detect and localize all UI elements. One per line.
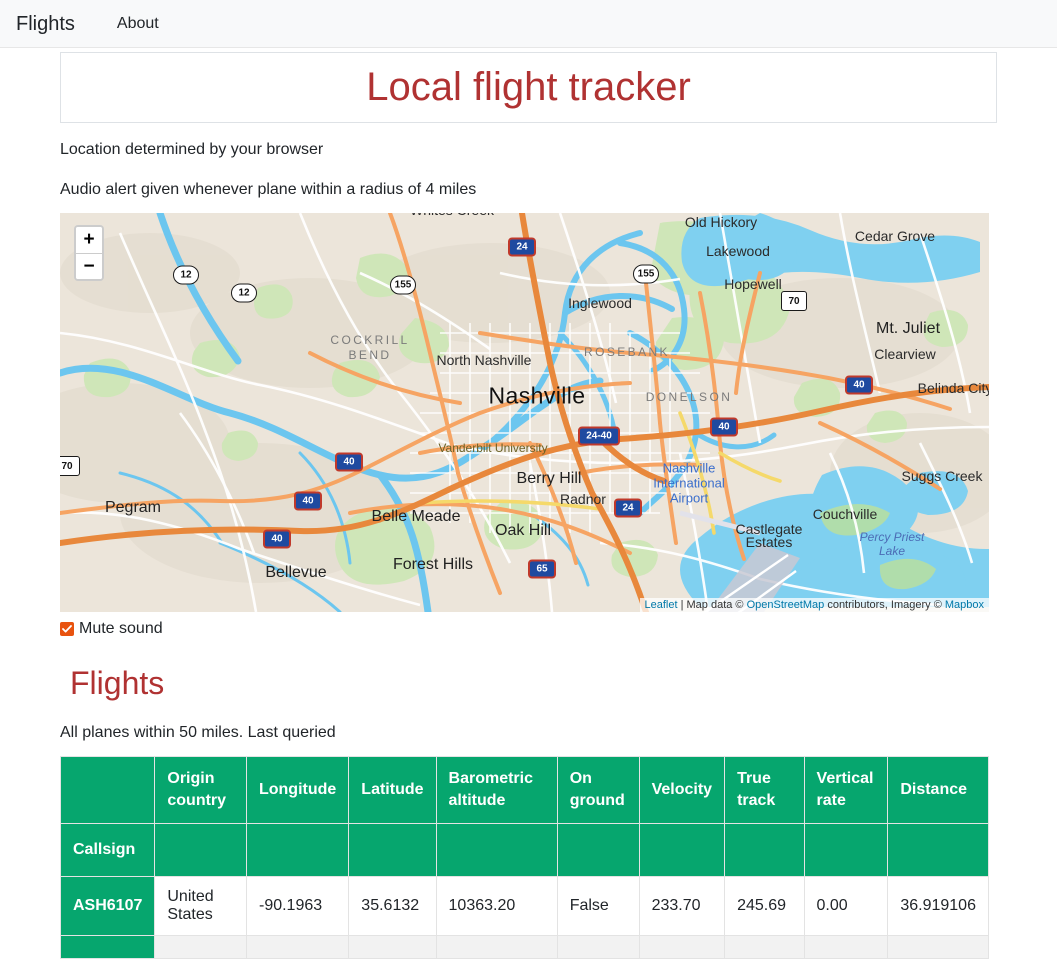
- th-blank[interactable]: [59, 756, 156, 824]
- cell-callsign: ASH6107: [59, 876, 156, 936]
- cell-on-ground: False: [556, 876, 640, 936]
- th-sub-9: [803, 823, 889, 877]
- flights-subnote: All planes within 50 miles. Last queried: [60, 724, 336, 741]
- th-latitude[interactable]: Latitude: [348, 756, 437, 824]
- cell-barometric-altitude: 10363.20: [435, 876, 558, 936]
- table-row[interactable]: [59, 935, 989, 959]
- th-distance[interactable]: Distance: [887, 756, 989, 824]
- th-true-track[interactable]: True track: [724, 756, 805, 824]
- cell-velocity: [638, 935, 726, 959]
- cell-latitude: 35.6132: [348, 876, 437, 936]
- cell-vertical-rate: [803, 935, 889, 959]
- top-navbar: Flights About: [0, 0, 1057, 48]
- th-sub-4: [348, 823, 437, 877]
- th-sub-8: [724, 823, 805, 877]
- cell-callsign: [59, 935, 156, 959]
- title-card: Local flight tracker: [60, 52, 997, 123]
- page-title: Local flight tracker: [366, 65, 691, 109]
- page-container: Local flight tracker Location determined…: [0, 52, 1057, 959]
- cell-distance: [887, 935, 989, 959]
- th-sub-3: [245, 823, 350, 877]
- table-header-row-1: Origin country Longitude Latitude Barome…: [59, 756, 989, 824]
- location-note: Location determined by your browser: [60, 141, 324, 158]
- map-zoom-control[interactable]: + −: [74, 225, 104, 281]
- mute-sound-label: Mute sound: [79, 620, 163, 637]
- th-longitude[interactable]: Longitude: [245, 756, 350, 824]
- nav-link-about[interactable]: About: [109, 15, 167, 32]
- th-barometric-altitude[interactable]: Barometric altitude: [435, 756, 558, 824]
- cell-vertical-rate: 0.00: [803, 876, 889, 936]
- map-attribution: Leaflet | Map data © OpenStreetMap contr…: [639, 598, 989, 612]
- flights-table-head: Origin country Longitude Latitude Barome…: [59, 756, 989, 877]
- th-sub-6: [556, 823, 640, 877]
- attr-mapdata: Map data ©: [686, 599, 747, 611]
- flights-table: Origin country Longitude Latitude Barome…: [59, 756, 989, 959]
- checkmark-icon: [62, 625, 72, 633]
- flights-table-body: ASH6107 United States -90.1963 35.6132 1…: [59, 876, 989, 959]
- cell-true-track: [724, 935, 805, 959]
- leaflet-map[interactable]: Whites CreekOld HickoryCedar GroveLakewo…: [60, 213, 989, 612]
- cell-on-ground: [556, 935, 640, 959]
- th-sub-7: [638, 823, 726, 877]
- table-header-row-2: Callsign: [59, 823, 989, 877]
- cell-latitude: [348, 935, 437, 959]
- leaflet-link[interactable]: Leaflet: [645, 599, 678, 611]
- zoom-out-button[interactable]: −: [76, 253, 102, 279]
- th-vertical-rate[interactable]: Vertical rate: [803, 756, 889, 824]
- cell-distance: 36.919106: [887, 876, 989, 936]
- cell-longitude: -90.1963: [245, 876, 350, 936]
- th-origin-country[interactable]: Origin country: [154, 756, 247, 824]
- table-row[interactable]: ASH6107 United States -90.1963 35.6132 1…: [59, 876, 989, 936]
- cell-longitude: [245, 935, 350, 959]
- mute-sound-row[interactable]: Mute sound: [60, 620, 997, 638]
- th-sub-5: [435, 823, 558, 877]
- th-callsign[interactable]: Callsign: [59, 823, 156, 877]
- osm-link[interactable]: OpenStreetMap: [747, 599, 825, 611]
- mute-sound-checkbox[interactable]: [60, 622, 74, 636]
- cell-barometric-altitude: [435, 935, 558, 959]
- th-sub-10: [887, 823, 989, 877]
- cell-true-track: 245.69: [724, 876, 805, 936]
- cell-velocity: 233.70: [638, 876, 726, 936]
- th-on-ground[interactable]: On ground: [556, 756, 640, 824]
- audio-alert-note: Audio alert given whenever plane within …: [60, 181, 477, 198]
- attr-mid: contributors, Imagery ©: [824, 599, 945, 611]
- map-tiles: [60, 213, 989, 612]
- cell-origin-country: United States: [154, 876, 247, 936]
- zoom-in-button[interactable]: +: [76, 227, 102, 253]
- th-sub-2: [154, 823, 247, 877]
- flights-heading: Flights: [70, 665, 165, 701]
- th-velocity[interactable]: Velocity: [638, 756, 726, 824]
- nav-brand-flights[interactable]: Flights: [8, 14, 83, 34]
- cell-origin-country: [154, 935, 247, 959]
- attr-sep: |: [677, 599, 687, 611]
- mapbox-link[interactable]: Mapbox: [945, 599, 984, 611]
